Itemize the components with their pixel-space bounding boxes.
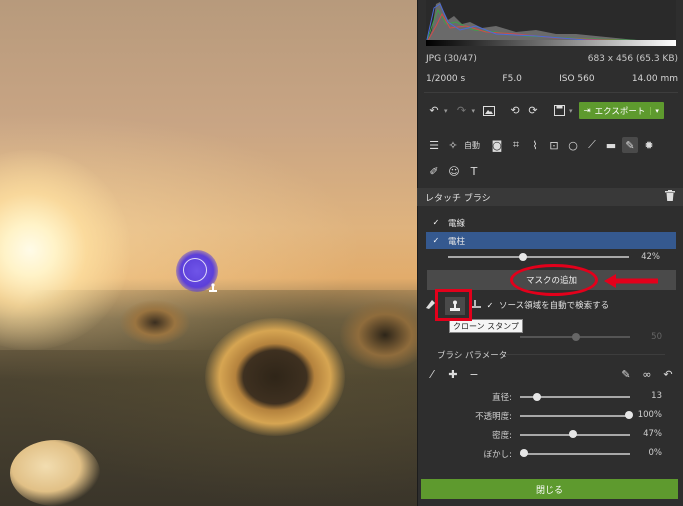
brush-plus-icon[interactable]: ✚	[445, 366, 461, 382]
feather-knob[interactable]	[520, 449, 528, 457]
sunflower	[205, 318, 345, 436]
density-value: 47%	[643, 429, 662, 439]
mask-layer-item[interactable]: ✓ 電線	[426, 214, 676, 231]
save-dropdown-icon[interactable]: ▾	[569, 107, 573, 115]
annotation-ellipse	[510, 264, 598, 296]
layer-opacity-value: 42%	[641, 252, 660, 262]
close-label: 閉じる	[535, 485, 563, 496]
file-info-row: JPG (30/47) 683 x 456 (65.3 KB)	[426, 54, 678, 64]
feather-slider[interactable]	[520, 453, 630, 455]
annotation-rect	[435, 289, 472, 321]
exif-focal: 14.00 mm	[631, 74, 678, 84]
param-label: ぼかし:	[483, 450, 512, 460]
paint-icon[interactable]: ✐	[426, 163, 442, 179]
save-icon[interactable]	[551, 103, 567, 119]
divider	[424, 92, 678, 93]
settings-icon[interactable]: ✹	[641, 137, 657, 153]
redo-icon[interactable]: ↷	[454, 103, 470, 119]
auto-search-option[interactable]: ✓ ソース領域を自動で検索する	[485, 299, 610, 312]
param-label: 密度:	[492, 431, 512, 441]
auto-icon[interactable]: ✧	[445, 137, 461, 153]
brush-add-icon[interactable]: ⁄	[424, 366, 440, 382]
rotate-left-icon[interactable]: ⟲	[507, 103, 523, 119]
exif-shutter: 1/2000 s	[426, 74, 466, 84]
tools-row: ☰ ✧ 自動 ◙ ⌗ ⌇ ⊡ ○ ⟋ ▬ ✎ ✹	[426, 137, 678, 153]
layer-label: 電柱	[448, 236, 466, 247]
undo-icon[interactable]: ↶	[426, 103, 442, 119]
density-knob[interactable]	[569, 430, 577, 438]
adjust-icon[interactable]: ☰	[426, 137, 442, 153]
tools-row-2: ✐ ☺ T	[426, 163, 678, 179]
opacity-slider[interactable]	[520, 415, 630, 417]
export-icon: ⇥	[583, 105, 591, 116]
undo-dropdown-icon[interactable]: ▾	[444, 107, 448, 115]
diameter-value: 13	[651, 391, 662, 401]
perspective-icon[interactable]: ⌇	[527, 137, 543, 153]
param-label: 不透明度:	[475, 412, 512, 422]
circle-icon[interactable]: ○	[565, 137, 581, 153]
photo-canvas[interactable]	[0, 0, 417, 506]
file-dimensions: 683 x 456 (65.3 KB)	[587, 54, 678, 64]
exif-row: 1/2000 s F5.0 ISO 560 14.00 mm	[426, 74, 678, 84]
retouch-title: レタッチ ブラシ	[425, 193, 491, 204]
auto-search-checkbox[interactable]: ✓	[485, 300, 495, 310]
layer-opacity-slider[interactable]	[448, 256, 629, 258]
face-icon[interactable]: ☺	[446, 163, 462, 179]
brush-extra-icons: ✎ ∞ ↶	[618, 366, 676, 382]
toolbar-main: ↶ ▾ ↷ ▾ ⟲ ⟳ ▾ ⇥ エクスポート ▾	[426, 102, 678, 119]
opacity-value: 100%	[637, 410, 662, 420]
retouch-header: レタッチ ブラシ	[417, 188, 683, 206]
crop-icon[interactable]: ⌗	[508, 137, 524, 153]
layer-checkbox[interactable]: ✓	[431, 218, 441, 228]
layer-opacity-knob[interactable]	[519, 253, 527, 261]
brush-mode-icons: ⁄ ✚ −	[424, 366, 482, 382]
redo-dropdown-icon[interactable]: ▾	[472, 107, 476, 115]
gradient-icon[interactable]: ▬	[603, 137, 619, 153]
brush-params-title: ブラシ パラメーター	[437, 351, 516, 361]
exif-iso: ISO 560	[559, 74, 595, 84]
file-format: JPG	[426, 54, 442, 64]
eyedropper-icon[interactable]: ✎	[618, 366, 634, 382]
retouch-brush-icon[interactable]: ✎	[622, 137, 638, 153]
export-button[interactable]: ⇥ エクスポート ▾	[578, 102, 664, 119]
diameter-knob[interactable]	[533, 393, 541, 401]
stamp-slider-value: 50	[651, 332, 662, 342]
text-icon[interactable]: T	[466, 163, 482, 179]
reset-icon[interactable]: ↶	[660, 366, 676, 382]
link-icon[interactable]: ∞	[639, 366, 655, 382]
close-button[interactable]: 閉じる	[421, 479, 678, 499]
layer-label: 電線	[448, 218, 466, 229]
annotation-arrow	[604, 274, 658, 291]
clone-stamp-cursor-icon	[207, 282, 219, 294]
layer-checkbox[interactable]: ✓	[431, 236, 441, 246]
stamp-slider-knob[interactable]	[572, 333, 580, 341]
auto-search-label: ソース領域を自動で検索する	[499, 301, 610, 311]
export-dropdown-icon[interactable]: ▾	[650, 106, 659, 115]
image-icon[interactable]	[481, 103, 497, 119]
trash-icon[interactable]	[665, 190, 675, 204]
brush-icon[interactable]: ⟋	[584, 137, 600, 153]
sunflower	[120, 300, 190, 345]
file-index: (30/47)	[443, 54, 477, 64]
tilt-icon[interactable]: ⊡	[546, 137, 562, 153]
brush-minus-icon[interactable]: −	[466, 366, 482, 382]
feather-value: 0%	[648, 448, 663, 458]
sunflower-petal	[10, 440, 100, 506]
divider	[505, 354, 665, 355]
exif-aperture: F5.0	[502, 74, 522, 84]
histogram-gradient	[426, 40, 676, 46]
mask-layer-item[interactable]: ✓ 電柱	[426, 232, 676, 249]
auto-label[interactable]: 自動	[464, 140, 480, 151]
histogram	[426, 0, 676, 46]
export-label: エクスポート	[594, 106, 646, 117]
rotate-right-icon[interactable]: ⟳	[525, 103, 541, 119]
camera-icon[interactable]: ◙	[489, 137, 505, 153]
param-label: 直径:	[492, 393, 512, 403]
clone-stamp-tooltip: クローン スタンプ	[449, 319, 523, 333]
